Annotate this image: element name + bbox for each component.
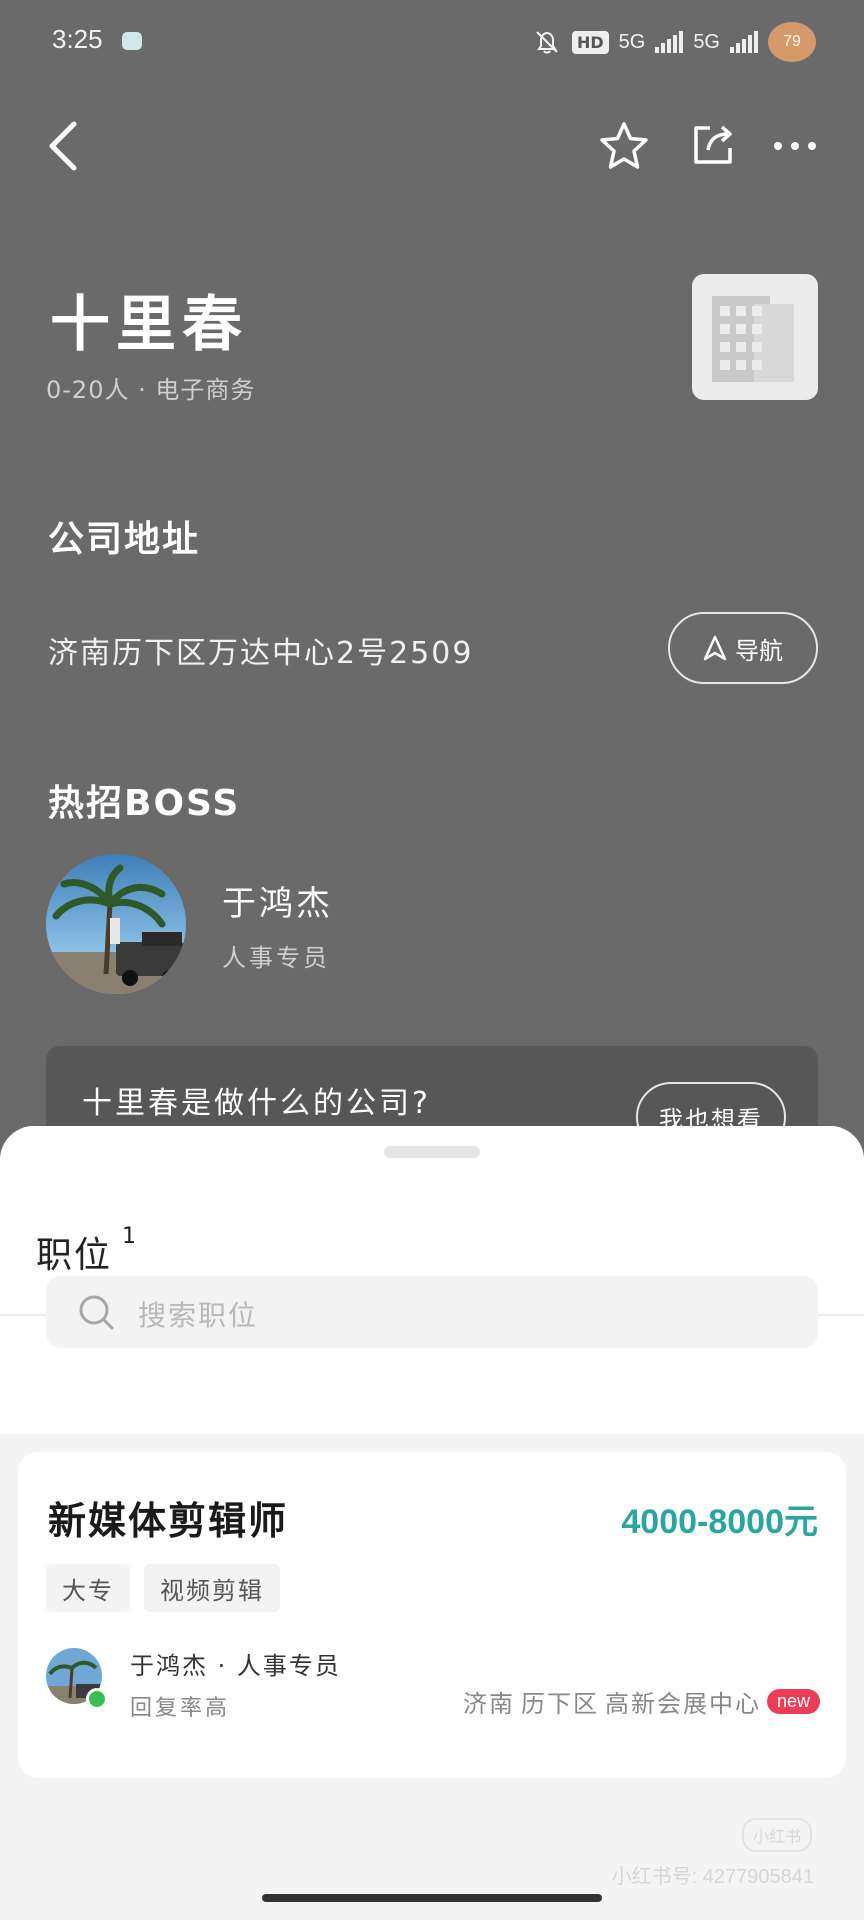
signal-icon [655, 31, 684, 53]
company-name: 十里春 [50, 290, 248, 360]
job-location: 济南 历下区 高新会展中心 new [463, 1684, 820, 1719]
navigate-button-label: 导航 [735, 636, 783, 665]
jobs-count: 1 [122, 1224, 136, 1249]
mute-bell-icon [536, 31, 558, 54]
home-indicator[interactable] [262, 1894, 602, 1902]
boss-role: 人事专员 [222, 944, 330, 972]
network-label-1: 5G [618, 30, 646, 53]
jobs-bottom-sheet: 职位 1 搜索职位 新媒体剪辑师 4000-8000元 大专 视频剪辑 于鸿杰 … [0, 1126, 864, 1920]
back-arrow-icon[interactable] [44, 118, 84, 174]
online-status-dot [86, 1688, 108, 1710]
xiaohongshu-watermark-id: 小红书号: 4277905841 [611, 1866, 814, 1888]
jobs-title: 职位 [36, 1235, 113, 1276]
status-icons: HD 5G 5G 79 [532, 22, 816, 62]
status-bar: 3:25 HD 5G 5G 79 [0, 0, 864, 84]
job-tag-education: 大专 [46, 1564, 130, 1612]
boss-avatar-photo [46, 854, 186, 994]
job-card[interactable]: 新媒体剪辑师 4000-8000元 大专 视频剪辑 于鸿杰 · 人事专员 回复率… [18, 1452, 846, 1778]
job-area: 高新会展中心 [604, 1690, 761, 1718]
building-icon [712, 296, 794, 382]
job-salary: 4000-8000元 [621, 1503, 818, 1541]
boss-name[interactable]: 于鸿杰 [222, 876, 333, 925]
boss-avatar[interactable] [46, 854, 186, 994]
search-placeholder: 搜索职位 [138, 1299, 259, 1332]
qa-question: 十里春是做什么的公司? [82, 1086, 431, 1121]
battery-indicator: 79 [768, 22, 816, 62]
signal-icon-2 [730, 31, 758, 53]
company-logo[interactable] [692, 274, 818, 400]
address-section-title: 公司地址 [48, 519, 201, 560]
navigate-button[interactable]: 导航 [668, 612, 818, 684]
job-city: 济南 [462, 1690, 515, 1718]
hd-badge: HD [571, 30, 609, 54]
status-time: 3:25 [52, 24, 103, 54]
recruiter-info: 于鸿杰 · 人事专员 [130, 1652, 341, 1680]
more-icon[interactable] [770, 128, 820, 164]
network-label-2: 5G [693, 30, 720, 53]
search-icon [79, 1295, 114, 1330]
boss-section-title: 热招BOSS [48, 783, 241, 824]
job-title: 新媒体剪辑师 [48, 1499, 289, 1543]
job-search-input[interactable]: 搜索职位 [46, 1276, 818, 1348]
company-meta: 0-20人 · 电子商务 [46, 376, 256, 404]
job-district: 历下区 [520, 1690, 599, 1718]
job-tag-skill: 视频剪辑 [144, 1564, 280, 1612]
navigation-arrow-icon [703, 635, 727, 661]
reply-rate: 回复率高 [130, 1696, 231, 1721]
share-icon[interactable] [688, 120, 738, 170]
new-badge: new [766, 1689, 820, 1714]
xiaohongshu-watermark-logo: 小红书 [742, 1818, 812, 1852]
star-icon[interactable] [598, 120, 650, 172]
sheet-drag-handle[interactable] [384, 1146, 480, 1158]
company-address: 济南历下区万达中心2号2509 [48, 636, 474, 671]
notification-app-icon [122, 32, 142, 50]
